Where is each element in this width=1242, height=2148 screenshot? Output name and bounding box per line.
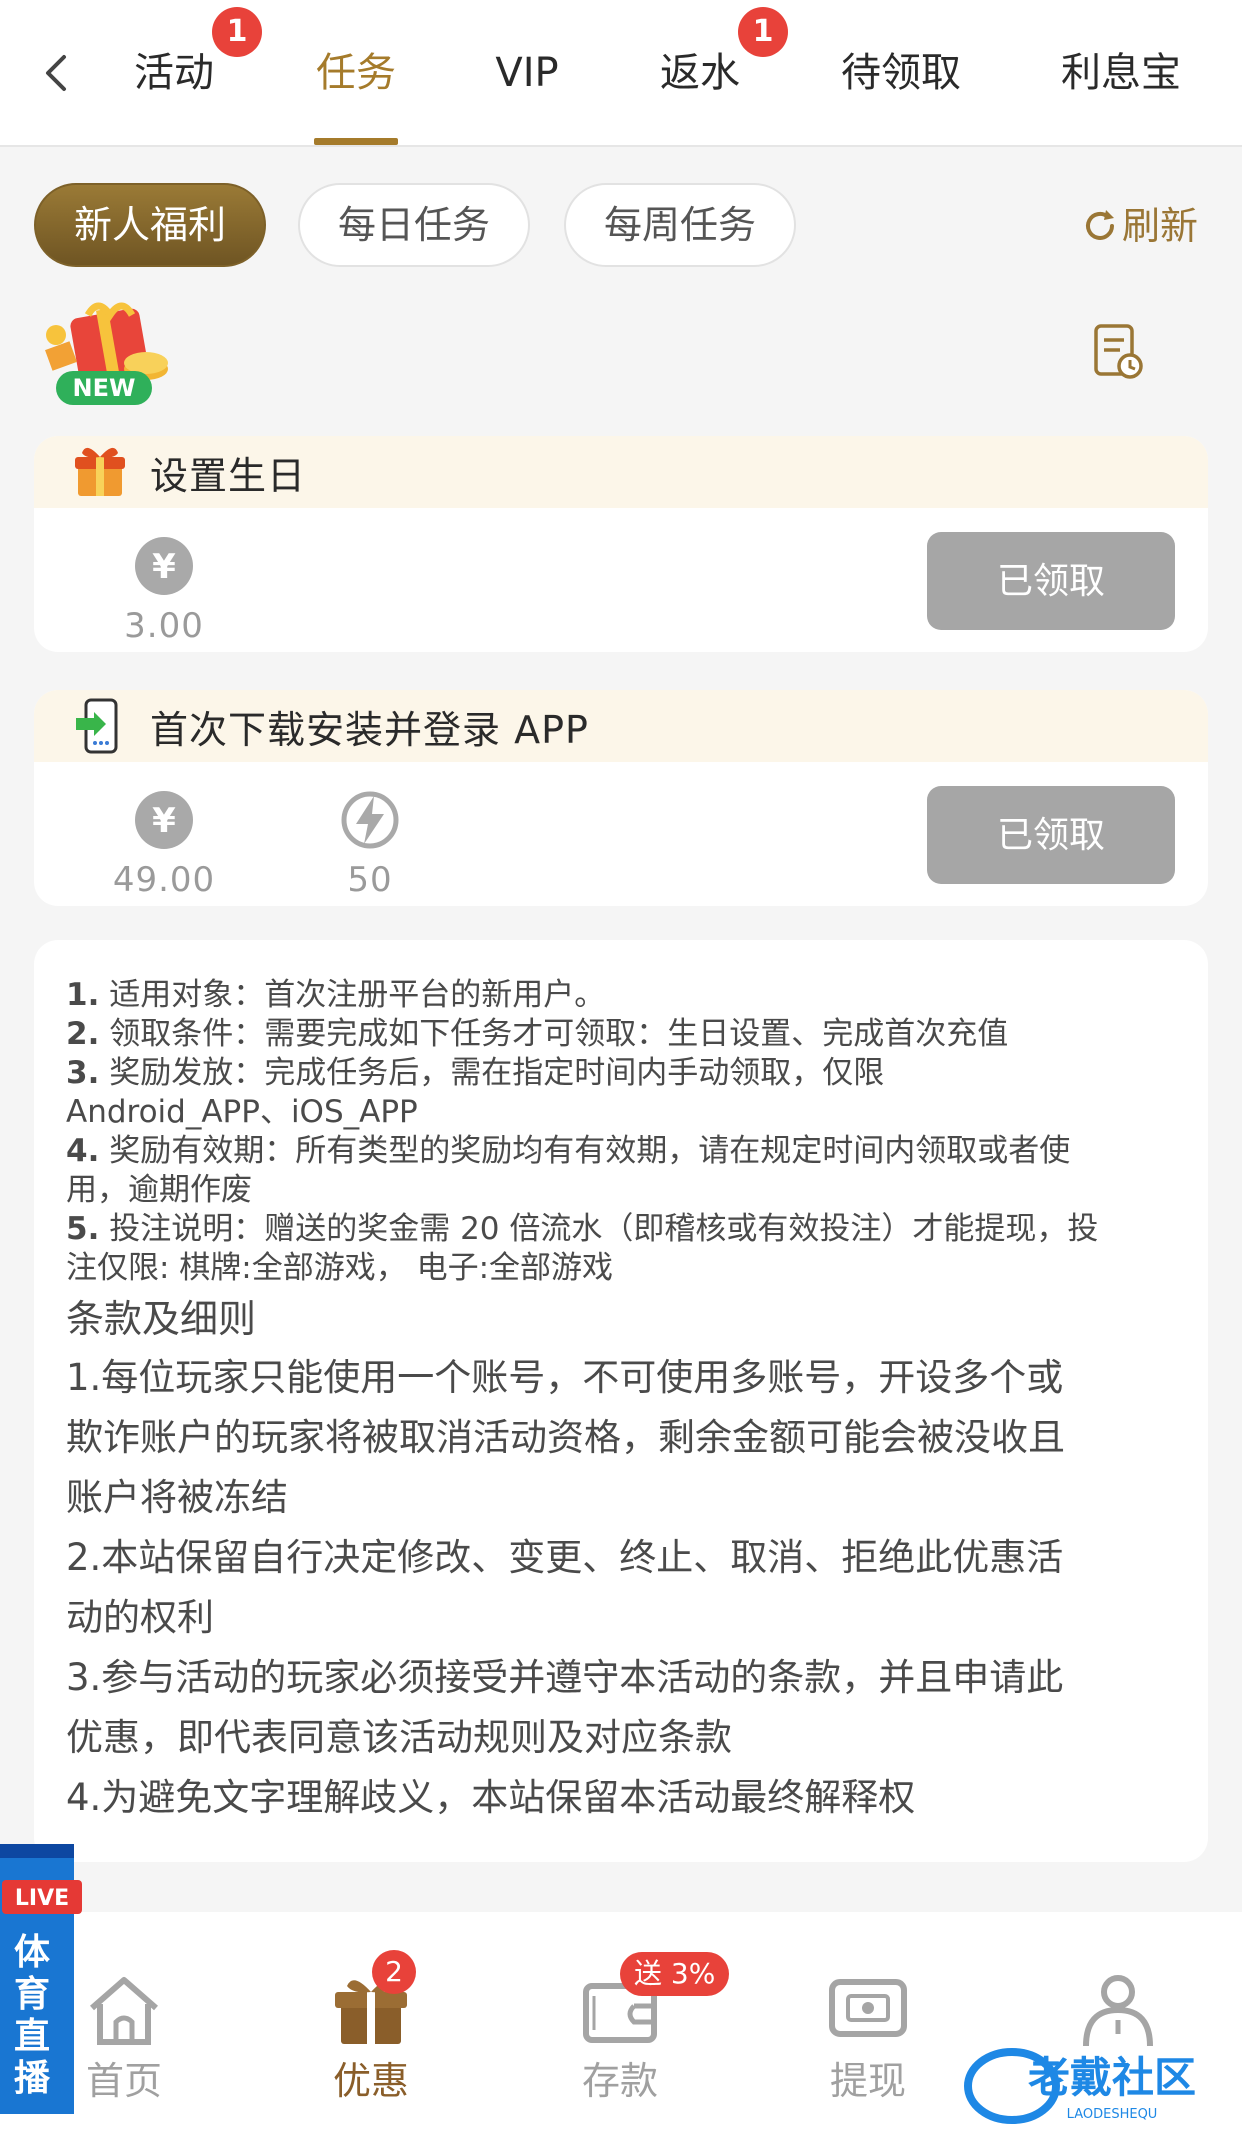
live-sports-float-button[interactable]: LIVE 体 育 直 播 xyxy=(0,1844,82,2114)
task-card-birthday: 设置生日 ¥ 3.00 已领取 xyxy=(34,436,1208,652)
terms-title: 条款及细则 xyxy=(66,1297,257,1341)
svg-text:育: 育 xyxy=(14,1974,50,2015)
terms-line: 1.每位玩家只能使用一个账号，不可使用多账号，开设多个或 xyxy=(66,1356,1064,1399)
new-gift-icon: NEW xyxy=(45,302,168,405)
svg-text:播: 播 xyxy=(14,2058,51,2099)
phone-download-icon xyxy=(76,698,118,754)
claimed-button[interactable]: 已领取 xyxy=(927,786,1175,884)
svg-text:直: 直 xyxy=(14,2016,50,2057)
subtab-weekly[interactable]: 每周任务 xyxy=(564,183,796,267)
nav-home[interactable]: 首页 xyxy=(64,1972,184,2105)
subtab-daily[interactable]: 每日任务 xyxy=(298,183,530,267)
watermark-text: 老戴社区 xyxy=(1028,2053,1196,2102)
chevron-left-icon xyxy=(46,55,66,91)
lightning-icon xyxy=(341,791,399,849)
tab-rebate-badge: 1 xyxy=(738,7,788,57)
yuan-coin-icon: ¥ xyxy=(135,791,193,849)
svg-text:体: 体 xyxy=(14,1932,50,1973)
rule-line: 用，逾期作废 xyxy=(66,1172,252,1208)
reward-cash: ¥ 3.00 xyxy=(104,536,224,646)
tab-activity-badge: 1 xyxy=(212,7,262,57)
task-title: 首次下载安装并登录 APP xyxy=(150,707,589,752)
terms-line: 优惠，即代表同意该活动规则及对应条款 xyxy=(66,1716,732,1759)
terms-line: 3.参与活动的玩家必须接受并遵守本活动的条款，并且申请此 xyxy=(66,1656,1064,1699)
nav-label: 存款 xyxy=(581,2059,658,2103)
watermark-sub: LAODESHEQU xyxy=(1067,2107,1158,2122)
rules-panel: 1. 适用对象：首次注册平台的新用户。 2. 领取条件：需要完成如下任务才可领取… xyxy=(34,940,1208,1862)
svg-text:¥: ¥ xyxy=(152,547,176,587)
watermark-logo: 老戴社区 LAODESHEQU xyxy=(964,2048,1196,2124)
tab-interest[interactable]: 利息宝 xyxy=(1058,40,1184,106)
rule-line: 注仅限: 棋牌:全部游戏， 电子:全部游戏 xyxy=(66,1250,614,1286)
rule-line: 3. 奖励发放：完成任务后，需在指定时间内手动领取，仅限 xyxy=(66,1055,885,1091)
svg-text:¥: ¥ xyxy=(152,801,176,841)
rule-line: Android_APP、iOS_APP xyxy=(66,1094,418,1130)
task-title: 设置生日 xyxy=(150,453,307,498)
active-tab-indicator xyxy=(314,138,398,145)
reward-value: 49.00 xyxy=(112,860,216,900)
new-badge-text: NEW xyxy=(73,374,136,402)
claimed-button[interactable]: 已领取 xyxy=(927,532,1175,630)
home-icon xyxy=(90,1977,158,2045)
live-tag: LIVE xyxy=(15,1886,69,1911)
nav-withdraw[interactable]: 提现 xyxy=(808,1972,928,2105)
reward-value: 3.00 xyxy=(124,606,204,646)
terms-line: 4.为避免文字理解歧义，本站保留本活动最终解释权 xyxy=(66,1776,916,1819)
tab-vip[interactable]: VIP xyxy=(490,40,564,106)
yuan-coin-icon: ¥ xyxy=(135,537,193,595)
reward-turnover: 50 xyxy=(310,790,430,900)
cash-icon xyxy=(829,1979,907,2037)
terms-line: 动的权利 xyxy=(66,1596,214,1639)
subtab-newbie[interactable]: 新人福利 xyxy=(34,183,266,267)
task-card-download-app: 首次下载安装并登录 APP ¥ 49.00 50 已领取 xyxy=(34,690,1208,906)
terms-line: 账户将被冻结 xyxy=(66,1476,288,1519)
history-record-icon[interactable] xyxy=(1090,322,1146,382)
tab-rebate[interactable]: 返水 xyxy=(658,40,742,106)
gift-box-icon xyxy=(75,447,125,496)
refresh-button[interactable]: 刷新 xyxy=(1080,196,1198,256)
tab-tasks[interactable]: 任务 xyxy=(314,40,398,106)
rule-line: 1. 适用对象：首次注册平台的新用户。 xyxy=(66,977,606,1013)
top-tab-bar: 活动 1 任务 VIP 返水 1 待领取 利息宝 xyxy=(0,0,1242,147)
nav-label: 首页 xyxy=(85,2059,162,2103)
reward-value: 50 xyxy=(347,860,393,900)
rule-line: 5. 投注说明：赠送的奖金需 20 倍流水（即稽核或有效投注）才能提现，投 xyxy=(66,1211,1099,1247)
nav-label: 提现 xyxy=(829,2059,906,2103)
terms-line: 2.本站保留自行决定修改、变更、终止、取消、拒绝此优惠活 xyxy=(66,1536,1064,1579)
rule-line: 4. 奖励有效期：所有类型的奖励均有有效期，请在规定时间内领取或者使 xyxy=(66,1133,1071,1169)
nav-promotions-badge: 2 xyxy=(372,1950,416,1994)
deposit-bonus-badge: 送 3% xyxy=(620,1952,730,1996)
refresh-icon xyxy=(1086,210,1114,240)
task-card-header: 首次下载安装并登录 APP xyxy=(34,690,1208,762)
tab-activity[interactable]: 活动 xyxy=(132,40,216,106)
reward-cash: ¥ 49.00 xyxy=(104,790,224,900)
nav-promotions[interactable]: 优惠 xyxy=(311,1972,431,2105)
nav-label: 优惠 xyxy=(332,2059,409,2103)
task-card-header: 设置生日 xyxy=(34,436,1208,508)
terms-line: 欺诈账户的玩家将被取消活动资格，剩余金额可能会被没收且 xyxy=(66,1416,1065,1459)
tab-pending[interactable]: 待领取 xyxy=(838,40,964,106)
rule-line: 2. 领取条件：需要完成如下任务才可领取：生日设置、完成首次充值 xyxy=(66,1016,1009,1052)
back-button[interactable] xyxy=(30,40,80,106)
refresh-label: 刷新 xyxy=(1122,204,1199,248)
